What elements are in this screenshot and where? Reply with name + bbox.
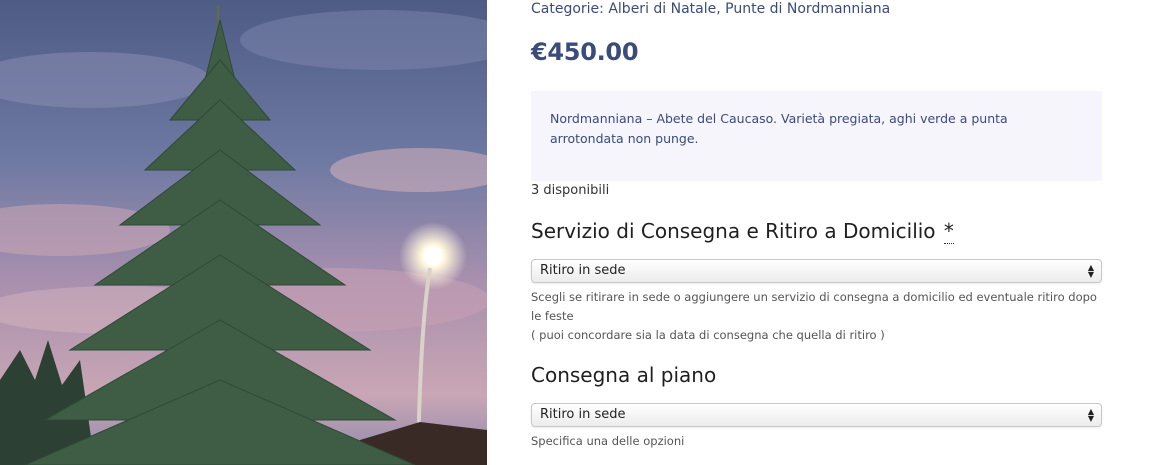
delivery-service-select[interactable]: Ritiro in sede ▲ ▼: [531, 259, 1102, 283]
delivery-service-helper-line-1: Scegli se ritirare in sede o aggiungere …: [531, 290, 1097, 323]
floor-delivery-selected-value: Ritiro in sede: [540, 407, 626, 422]
floor-delivery-helper: Specifica una delle opzioni: [531, 432, 1102, 451]
floor-delivery-select[interactable]: Ritiro in sede ▲ ▼: [531, 403, 1102, 427]
delivery-service-helper: Scegli se ritirare in sede o aggiungere …: [531, 288, 1102, 345]
floor-delivery-title: Consegna al piano: [531, 363, 716, 387]
required-mark: *: [943, 219, 954, 244]
product-categories: Categorie: Alberi di Natale, Punte di No…: [531, 1, 890, 17]
stock-status: 3 disponibili: [531, 183, 610, 198]
product-image[interactable]: [0, 0, 487, 465]
delivery-service-selected-value: Ritiro in sede: [540, 263, 626, 278]
up-down-chevron-icon: ▲ ▼: [1087, 263, 1094, 279]
category-link-punte-di-nordmanniana[interactable]: Punte di Nordmanniana: [725, 1, 890, 17]
up-down-chevron-icon: ▲ ▼: [1087, 407, 1094, 423]
floor-delivery-title-text: Consegna al piano: [531, 363, 717, 387]
delivery-service-title-text: Servizio di Consegna e Ritiro a Domicili…: [531, 219, 936, 243]
product-short-description: Nordmanniana – Abete del Caucaso. Variet…: [531, 91, 1102, 181]
categories-separator: ,: [716, 1, 726, 17]
product-price: €450.00: [531, 38, 639, 66]
description-text: Nordmanniana – Abete del Caucaso. Variet…: [550, 111, 1008, 146]
floor-delivery-helper-line-1: Specifica una delle opzioni: [531, 434, 685, 448]
categories-label: Categorie:: [531, 1, 604, 17]
delivery-service-helper-line-2: ( puoi concordare sia la data di consegn…: [531, 328, 885, 342]
product-page: Categorie: Alberi di Natale, Punte di No…: [0, 0, 1167, 465]
delivery-service-title: Servizio di Consegna e Ritiro a Domicili…: [531, 219, 954, 244]
category-link-alberi-di-natale[interactable]: Alberi di Natale: [608, 1, 716, 17]
